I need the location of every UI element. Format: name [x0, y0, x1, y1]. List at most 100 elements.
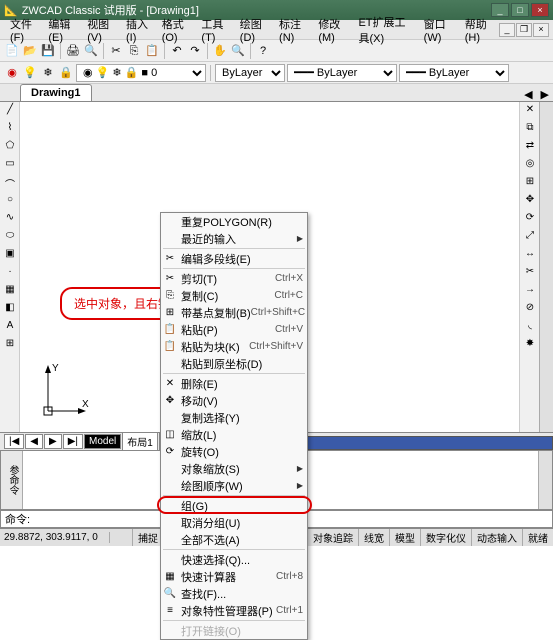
copy2-icon[interactable]: ⧉: [522, 122, 538, 138]
vertical-scrollbar[interactable]: [539, 102, 553, 432]
ctx-item-27[interactable]: ≡对象特性管理器(P)Ctrl+1: [161, 602, 307, 619]
ctx-item-16[interactable]: ⟳旋转(O): [161, 443, 307, 460]
ctx-item-26[interactable]: 🔍查找(F)...: [161, 585, 307, 602]
cut-icon[interactable]: ✂: [108, 43, 124, 59]
print-icon[interactable]: 🖨: [65, 43, 81, 59]
lwt-toggle[interactable]: 线宽: [358, 529, 389, 546]
ctx-item-17[interactable]: 对象缩放(S)▶: [161, 460, 307, 477]
stretch-icon[interactable]: ↔: [522, 248, 538, 264]
menu-file[interactable]: 文件(F): [4, 14, 42, 46]
ctx-item-1[interactable]: 最近的输入▶: [161, 230, 307, 247]
ctx-item-13[interactable]: ✥移动(V): [161, 392, 307, 409]
ctx-item-5[interactable]: ✂剪切(T)Ctrl+X: [161, 270, 307, 287]
break-icon[interactable]: ⊘: [522, 302, 538, 318]
ctx-item-10[interactable]: 粘贴到原坐标(D): [161, 355, 307, 372]
fillet-icon[interactable]: ◟: [522, 320, 538, 336]
ellipse-icon[interactable]: ⬭: [2, 230, 18, 246]
tablet-toggle[interactable]: 数字化仪: [420, 529, 471, 546]
menu-dim[interactable]: 标注(N): [273, 14, 312, 46]
menu-et[interactable]: ET扩展工具(X): [352, 12, 417, 48]
ctx-item-12[interactable]: ✕删除(E): [161, 375, 307, 392]
ctx-item-21[interactable]: 取消分组(U): [161, 514, 307, 531]
rotate-icon[interactable]: ⟳: [522, 212, 538, 228]
explode-icon[interactable]: ✸: [522, 338, 538, 354]
dyn-toggle[interactable]: 动态输入: [471, 529, 522, 546]
move-icon[interactable]: ✥: [522, 194, 538, 210]
menu-tools[interactable]: 工具(T): [195, 14, 233, 46]
doc-restore[interactable]: ❐: [516, 23, 532, 37]
copy-icon[interactable]: ⎘: [126, 43, 142, 59]
cmd-scrollbar[interactable]: [538, 451, 552, 509]
ctx-item-8[interactable]: 📋粘贴(P)Ctrl+V: [161, 321, 307, 338]
doc-minimize[interactable]: _: [499, 23, 515, 37]
menu-edit[interactable]: 编辑(E): [42, 14, 81, 46]
redo-icon[interactable]: ↷: [187, 43, 203, 59]
menu-format[interactable]: 格式(O): [156, 14, 196, 46]
doc-tab[interactable]: Drawing1: [20, 84, 92, 101]
tab-nav-last[interactable]: ▶|: [63, 434, 83, 449]
save-icon[interactable]: 💾: [40, 43, 56, 59]
freeze-icon[interactable]: ❄: [40, 65, 56, 81]
snap-toggle[interactable]: 捕捉: [132, 529, 163, 546]
tab-nav-next[interactable]: ▶: [44, 434, 62, 449]
mirror-icon[interactable]: ⇄: [522, 140, 538, 156]
menu-modify[interactable]: 修改(M): [312, 14, 352, 46]
ctx-item-15[interactable]: ◫缩放(L): [161, 426, 307, 443]
ctx-item-3[interactable]: ✂编辑多段线(E): [161, 250, 307, 267]
tab-nav-prev[interactable]: ◀: [25, 434, 43, 449]
layer-combo[interactable]: ◉ 💡 ❄ 🔒 ■ 0: [76, 64, 206, 82]
doc-close[interactable]: ×: [533, 23, 549, 37]
arc-icon[interactable]: ⌒: [2, 176, 18, 192]
pan-icon[interactable]: ✋: [212, 43, 228, 59]
bulb-icon[interactable]: 💡: [22, 65, 38, 81]
region-icon[interactable]: ◧: [2, 302, 18, 318]
line-icon[interactable]: ╱: [2, 104, 18, 120]
table-icon[interactable]: ⊞: [2, 338, 18, 354]
layout1-tab[interactable]: 布局1: [122, 432, 158, 451]
color-combo[interactable]: ByLayer: [215, 64, 285, 82]
erase-icon[interactable]: ✕: [522, 104, 538, 120]
block-icon[interactable]: ▣: [2, 248, 18, 264]
point-icon[interactable]: ·: [2, 266, 18, 282]
open-icon[interactable]: 📂: [22, 43, 38, 59]
ctx-item-24[interactable]: 快速选择(Q)...: [161, 551, 307, 568]
linetype-combo[interactable]: ━━━ ByLayer: [287, 64, 397, 82]
preview-icon[interactable]: 🔍: [83, 43, 99, 59]
array-icon[interactable]: ⊞: [522, 176, 538, 192]
menu-draw[interactable]: 绘图(D): [234, 14, 273, 46]
tab-nav-right[interactable]: ▶: [537, 88, 553, 101]
model-toggle[interactable]: 模型: [389, 529, 420, 546]
menu-view[interactable]: 视图(V): [81, 14, 120, 46]
ctx-item-20[interactable]: 组(G): [161, 497, 307, 514]
scale-icon[interactable]: ⤢: [522, 230, 538, 246]
ctx-item-25[interactable]: ▦快速计算器Ctrl+8: [161, 568, 307, 585]
trim-icon[interactable]: ✂: [522, 266, 538, 282]
rect-icon[interactable]: ▭: [2, 158, 18, 174]
hatch-icon[interactable]: ▦: [2, 284, 18, 300]
zoom-icon[interactable]: 🔍: [230, 43, 246, 59]
paste-icon[interactable]: 📋: [144, 43, 160, 59]
extend-icon[interactable]: →: [522, 284, 538, 300]
pline-icon[interactable]: ⌇: [2, 122, 18, 138]
model-tab[interactable]: Model: [84, 434, 121, 449]
circle-icon[interactable]: ○: [2, 194, 18, 210]
ctx-item-7[interactable]: ⊞带基点复制(B)Ctrl+Shift+C: [161, 304, 307, 321]
tab-nav-left[interactable]: ◀: [520, 88, 536, 101]
otrack-toggle[interactable]: 对象追踪: [307, 529, 358, 546]
ctx-item-14[interactable]: 复制选择(Y): [161, 409, 307, 426]
text-icon[interactable]: A: [2, 320, 18, 336]
lineweight-combo[interactable]: ━━━ ByLayer: [399, 64, 509, 82]
close-button[interactable]: ×: [531, 3, 549, 17]
tab-nav-first[interactable]: |◀: [4, 434, 24, 449]
lock-icon[interactable]: 🔒: [58, 65, 74, 81]
undo-icon[interactable]: ↶: [169, 43, 185, 59]
ctx-item-22[interactable]: 全部不选(A): [161, 531, 307, 548]
menu-insert[interactable]: 插入(I): [120, 14, 156, 46]
offset-icon[interactable]: ◎: [522, 158, 538, 174]
menu-window[interactable]: 窗口(W): [418, 14, 459, 46]
new-icon[interactable]: 📄: [4, 43, 20, 59]
ctx-item-6[interactable]: ⎘复制(C)Ctrl+C: [161, 287, 307, 304]
polygon-icon[interactable]: ⬠: [2, 140, 18, 156]
help-icon[interactable]: ?: [255, 43, 271, 59]
layer-icon[interactable]: ◉: [4, 65, 20, 81]
